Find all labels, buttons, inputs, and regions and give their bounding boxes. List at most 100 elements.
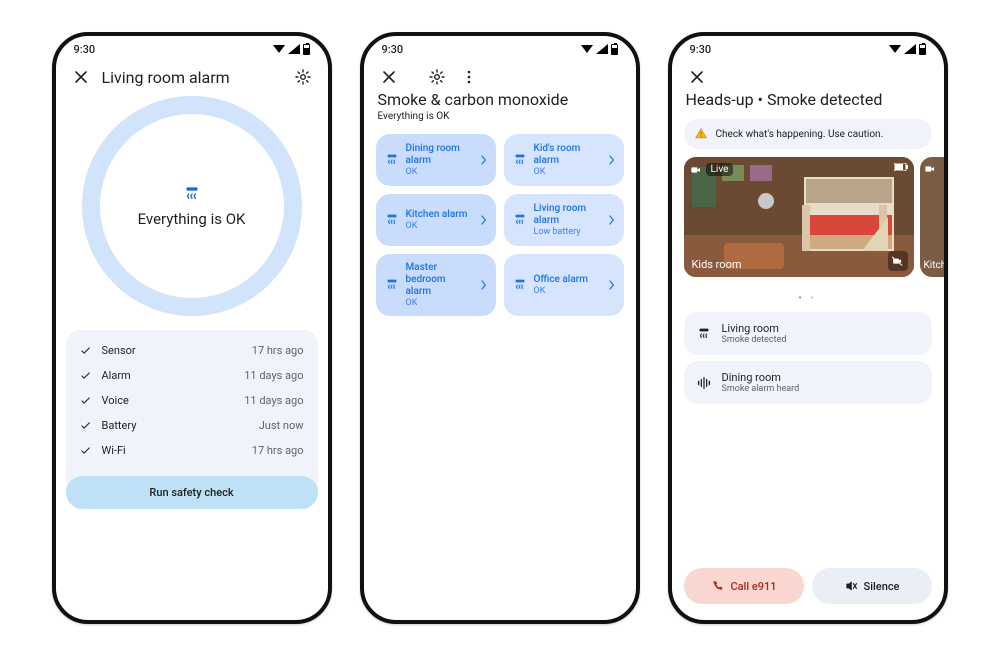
mic-off-icon[interactable]	[888, 251, 908, 271]
check-icon	[80, 445, 92, 457]
mute-icon	[844, 579, 858, 593]
alarm-status: OK	[534, 286, 600, 296]
status-time: 9:30	[690, 43, 712, 56]
app-bar: Living room alarm	[56, 62, 328, 90]
alarm-name: Kitchen alarm	[406, 209, 472, 221]
check-label: Wi-Fi	[102, 444, 126, 457]
run-safety-check-button[interactable]: Run safety check	[66, 476, 318, 509]
gear-icon[interactable]	[292, 66, 314, 88]
page-subtitle: Everything is OK	[364, 111, 636, 130]
smoke-icon	[512, 277, 528, 293]
check-time: 17 hrs ago	[252, 344, 304, 357]
alarm-status: OK	[406, 298, 472, 308]
battery-icon	[611, 44, 618, 55]
alarm-chip[interactable]: Dining room alarm OK	[376, 134, 496, 186]
battery-icon	[919, 44, 926, 55]
chevron-right-icon	[606, 214, 618, 226]
check-time: 17 hrs ago	[252, 444, 304, 457]
safety-check-row: Wi-Fi 17 hrs ago	[78, 438, 306, 463]
alarm-grid: Dining room alarm OK Kid's room alarm OK…	[364, 130, 636, 320]
signal-icon	[596, 44, 608, 54]
video-icon	[924, 163, 936, 175]
chevron-right-icon	[478, 154, 490, 166]
alarm-status: OK	[406, 221, 472, 231]
camera-battery-icon	[894, 163, 908, 171]
alarm-name: Kid's room alarm	[534, 143, 600, 167]
phone-living-room-alarm: 9:30 Living room alarm Everything is OK …	[52, 32, 332, 624]
close-icon[interactable]	[686, 66, 708, 88]
check-icon	[80, 395, 92, 407]
alarm-status: OK	[406, 167, 472, 177]
detection-event: Smoke detected	[722, 335, 787, 345]
close-icon[interactable]	[70, 66, 92, 88]
wifi-icon	[581, 44, 593, 54]
status-text: Everything is OK	[138, 210, 246, 228]
detection-event: Smoke alarm heard	[722, 384, 800, 394]
safety-check-row: Battery Just now	[78, 413, 306, 438]
alarm-chip[interactable]: Kitchen alarm OK	[376, 194, 496, 246]
camera-name: Kids room	[692, 258, 742, 271]
app-bar	[672, 62, 944, 90]
camera-live-badge: Live	[706, 163, 734, 176]
check-icon	[80, 420, 92, 432]
alarm-name: Dining room alarm	[406, 143, 472, 167]
check-label: Alarm	[102, 369, 131, 382]
alarm-status: Low battery	[534, 227, 600, 237]
smoke-icon	[182, 184, 202, 204]
phone-icon	[710, 579, 724, 593]
gear-icon[interactable]	[426, 66, 448, 88]
alarm-chip[interactable]: Kid's room alarm OK	[504, 134, 624, 186]
smoke-icon	[384, 277, 400, 293]
camera-name: Kitch	[924, 260, 944, 271]
safety-check-row: Sensor 17 hrs ago	[78, 338, 306, 363]
detection-room: Living room	[722, 322, 787, 335]
signal-icon	[904, 44, 916, 54]
status-ring: Everything is OK	[82, 96, 302, 316]
warning-icon	[694, 127, 708, 141]
alarm-chip[interactable]: Office alarm OK	[504, 254, 624, 316]
alarm-chip[interactable]: Master bedroom alarm OK	[376, 254, 496, 316]
battery-icon	[303, 44, 310, 55]
detection-card[interactable]: Dining room Smoke alarm heard	[684, 361, 932, 404]
detection-card[interactable]: Living room Smoke detected	[684, 312, 932, 355]
close-icon[interactable]	[378, 66, 400, 88]
alarm-name: Master bedroom alarm	[406, 262, 472, 298]
chevron-right-icon	[606, 154, 618, 166]
alarm-name: Office alarm	[534, 274, 600, 286]
status-icons	[273, 44, 310, 55]
camera-tile-kids-room[interactable]: Live Kids room	[684, 157, 914, 277]
wifi-icon	[889, 44, 901, 54]
page-title: Smoke & carbon monoxide	[378, 90, 622, 109]
safety-check-card: Sensor 17 hrs ago Alarm 11 days ago Voic…	[66, 330, 318, 505]
more-icon[interactable]	[458, 66, 480, 88]
page-title: Heads-up • Smoke detected	[686, 90, 930, 109]
warning-text: Check what's happening. Use caution.	[716, 129, 884, 140]
phone-heads-up: 9:30 Heads-up • Smoke detected Check wha…	[668, 32, 948, 624]
check-icon	[80, 345, 92, 357]
alarm-chip[interactable]: Living room alarm Low battery	[504, 194, 624, 246]
call-e911-button[interactable]: Call e911	[684, 568, 804, 604]
wifi-icon	[273, 44, 285, 54]
smoke-icon	[696, 326, 712, 342]
camera-carousel[interactable]: Live Kids room Kitch	[684, 157, 944, 287]
chevron-right-icon	[606, 279, 618, 291]
silence-button[interactable]: Silence	[812, 568, 932, 604]
camera-tile-kitchen[interactable]: Kitch	[920, 157, 944, 277]
phone-smoke-co: 9:30 Smoke & carbon monoxide Everything …	[360, 32, 640, 624]
check-time: 11 days ago	[244, 369, 303, 382]
smoke-icon	[512, 212, 528, 228]
smoke-icon	[384, 152, 400, 168]
check-label: Sensor	[102, 344, 136, 357]
smoke-icon	[512, 152, 528, 168]
status-time: 9:30	[382, 43, 404, 56]
smoke-icon	[384, 212, 400, 228]
safety-check-row: Alarm 11 days ago	[78, 363, 306, 388]
check-label: Voice	[102, 394, 129, 407]
status-icons	[889, 44, 926, 55]
warning-banner: Check what's happening. Use caution.	[684, 119, 932, 149]
app-bar	[364, 62, 636, 90]
action-row: Call e911 Silence	[684, 568, 932, 604]
check-label: Battery	[102, 419, 137, 432]
page-title: Living room alarm	[102, 68, 282, 87]
signal-icon	[288, 44, 300, 54]
